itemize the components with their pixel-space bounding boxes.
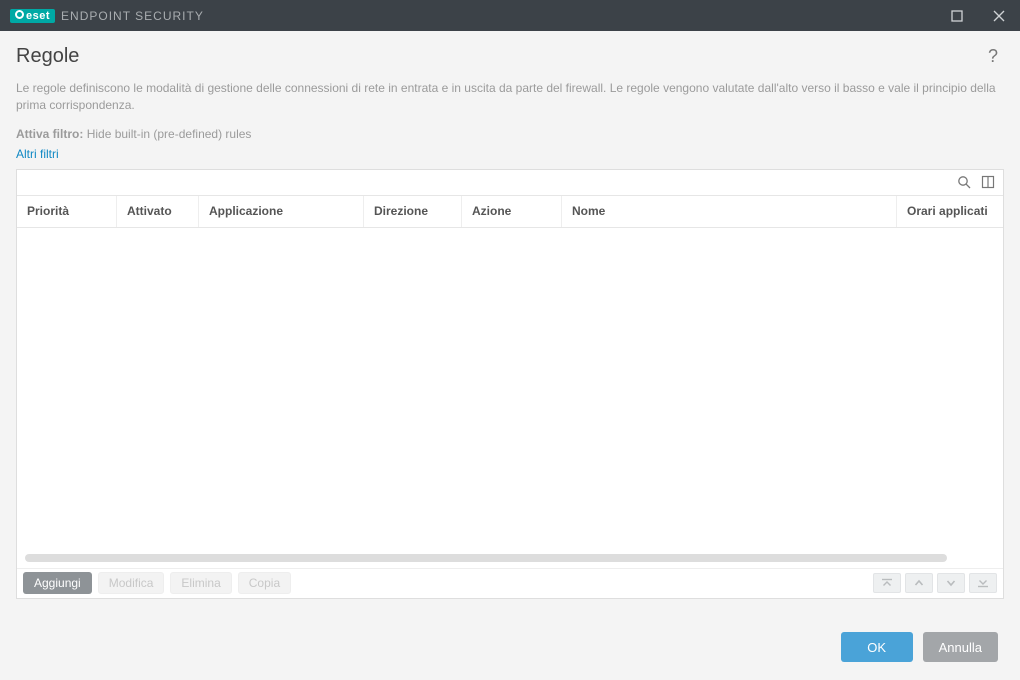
move-top-button[interactable] [873,573,901,593]
col-name[interactable]: Nome [562,196,897,227]
chevron-up-icon [913,578,925,588]
page-title: Regole [16,45,79,68]
cancel-button[interactable]: Annulla [923,632,998,662]
panel-toolbar [17,170,1003,196]
maximize-icon [951,10,963,22]
edit-button: Modifica [98,572,165,594]
reorder-buttons [873,573,997,593]
move-bottom-button[interactable] [969,573,997,593]
help-button[interactable]: ? [982,46,1004,67]
move-down-button[interactable] [937,573,965,593]
col-priority[interactable]: Priorità [17,196,117,227]
active-filter-line: Attiva filtro: Hide built-in (pre-define… [16,127,1004,141]
dialog-footer: OK Annulla [16,614,1004,680]
product-name: ENDPOINT SECURITY [61,9,204,23]
table-body [17,228,1003,568]
brand-text: eset [26,10,50,22]
columns-icon [981,175,995,189]
move-up-button[interactable] [905,573,933,593]
col-application[interactable]: Applicazione [199,196,364,227]
table-header: Priorità Attivato Applicazione Direzione… [17,196,1003,228]
close-icon [993,10,1005,22]
col-direction[interactable]: Direzione [364,196,462,227]
titlebar: eset ENDPOINT SECURITY [0,0,1020,31]
rules-panel: Priorità Attivato Applicazione Direzione… [16,169,1004,599]
chevron-down-icon [945,578,957,588]
page-description: Le regole definiscono le modalità di ges… [16,80,996,115]
horizontal-scrollbar[interactable] [25,554,947,562]
delete-button: Elimina [170,572,231,594]
add-button[interactable]: Aggiungi [23,572,92,594]
window-buttons [936,0,1020,31]
search-icon [957,175,971,189]
columns-button[interactable] [977,171,999,193]
maximize-button[interactable] [936,0,978,31]
brand-logo: eset ENDPOINT SECURITY [10,9,204,23]
filter-value: Hide built-in (pre-defined) rules [87,127,252,141]
copy-button: Copia [238,572,291,594]
panel-footer: Aggiungi Modifica Elimina Copia [17,568,1003,598]
more-filters-link[interactable]: Altri filtri [16,147,1004,161]
filter-label: Attiva filtro: [16,127,83,141]
ok-button[interactable]: OK [841,632,913,662]
col-action[interactable]: Azione [462,196,562,227]
close-button[interactable] [978,0,1020,31]
header-row: Regole ? [16,45,1004,68]
col-enabled[interactable]: Attivato [117,196,199,227]
dialog-content: Regole ? Le regole definiscono le modali… [0,31,1020,680]
chevron-bottom-icon [977,578,989,588]
search-button[interactable] [953,171,975,193]
col-schedule[interactable]: Orari applicati [897,196,1003,227]
chevron-top-icon [881,578,893,588]
eset-badge: eset [10,9,55,23]
